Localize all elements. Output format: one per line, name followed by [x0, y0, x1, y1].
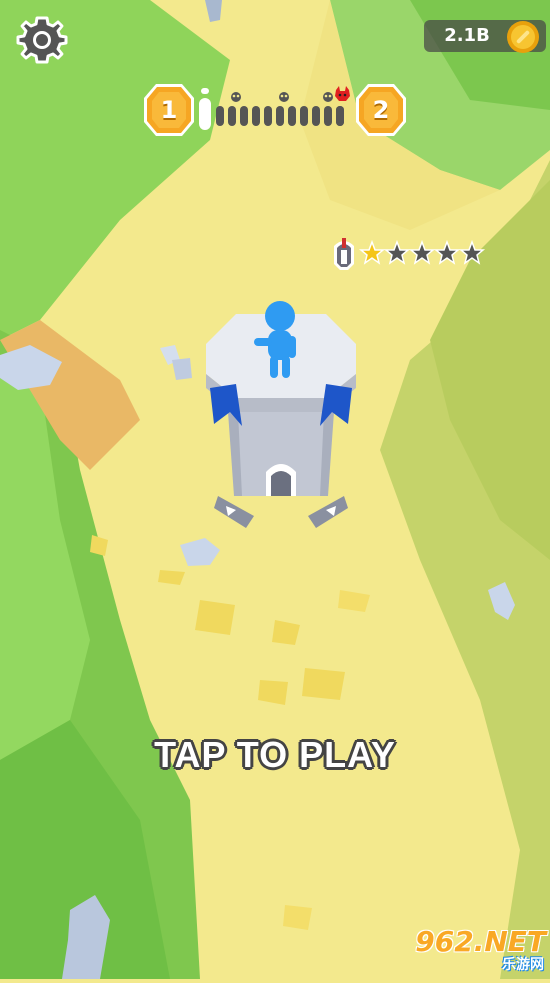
- coin-icon: [506, 20, 540, 54]
- gear-icon: [16, 16, 68, 64]
- watermark-sub: 乐游网: [502, 957, 544, 973]
- current-level-number: 1: [160, 96, 178, 124]
- helmet-icon: [334, 238, 354, 270]
- next-level-number: 2: [372, 96, 390, 124]
- stage-progress: [196, 86, 356, 134]
- tower-rating: [330, 236, 490, 272]
- watermark-main: 962.NET: [415, 925, 546, 958]
- tower[interactable]: [196, 296, 366, 546]
- current-level-badge: 1: [142, 82, 196, 138]
- devil-icon: [335, 86, 350, 101]
- progress-player-marker: [199, 88, 211, 130]
- tap-to-play-prompt[interactable]: TAP TO PLAY: [0, 734, 550, 778]
- next-level-badge: 2: [354, 82, 408, 138]
- coin-amount: 2.1B: [444, 25, 490, 46]
- site-watermark: 962.NET 乐游网: [414, 926, 550, 976]
- settings-button[interactable]: [16, 14, 68, 66]
- star-icon: [358, 239, 386, 265]
